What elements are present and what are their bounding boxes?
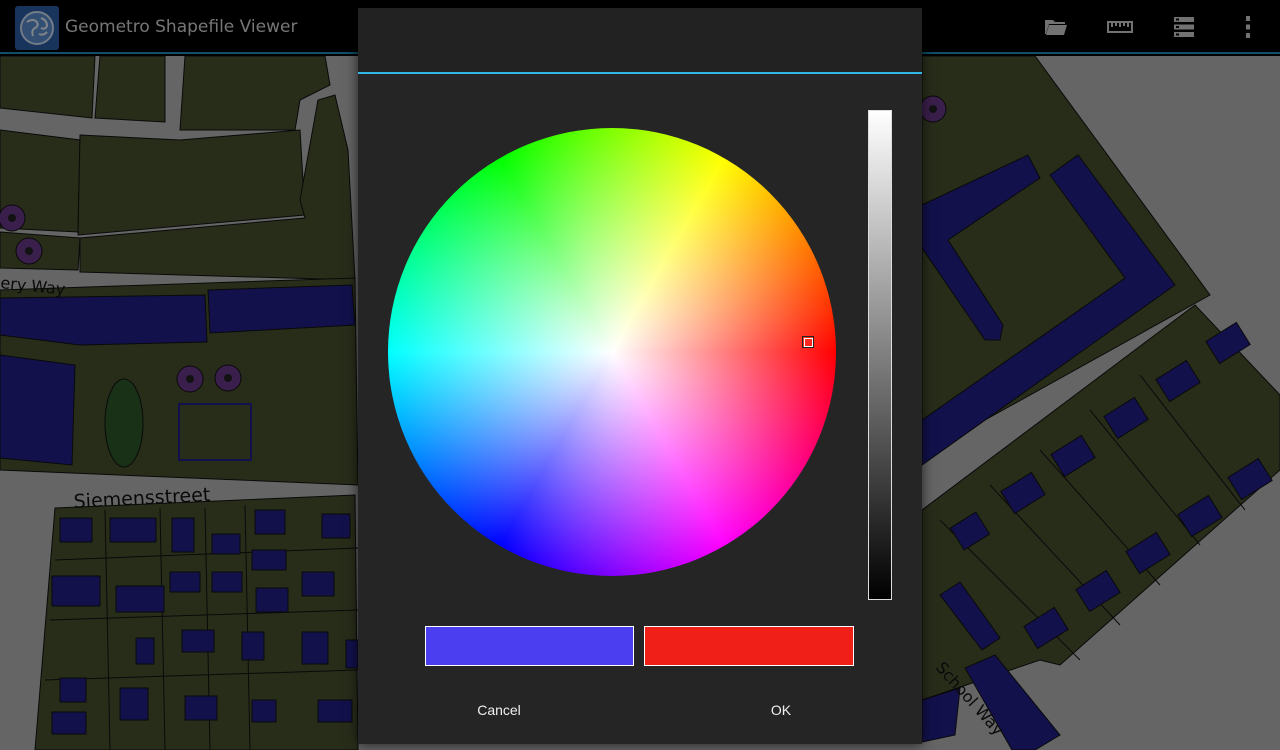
dialog-divider: [358, 72, 922, 74]
brightness-slider[interactable]: [868, 110, 892, 600]
dialog-header: [358, 8, 922, 74]
color-wheel-handle[interactable]: [802, 336, 814, 348]
color-picker-dialog: Cancel OK: [358, 8, 922, 744]
color-wheel[interactable]: [388, 128, 836, 576]
color-wheel-saturation[interactable]: [388, 128, 836, 576]
new-color-swatch[interactable]: [644, 626, 854, 666]
ok-button[interactable]: OK: [640, 692, 922, 728]
old-color-swatch[interactable]: [425, 626, 634, 666]
cancel-button[interactable]: Cancel: [358, 692, 640, 728]
